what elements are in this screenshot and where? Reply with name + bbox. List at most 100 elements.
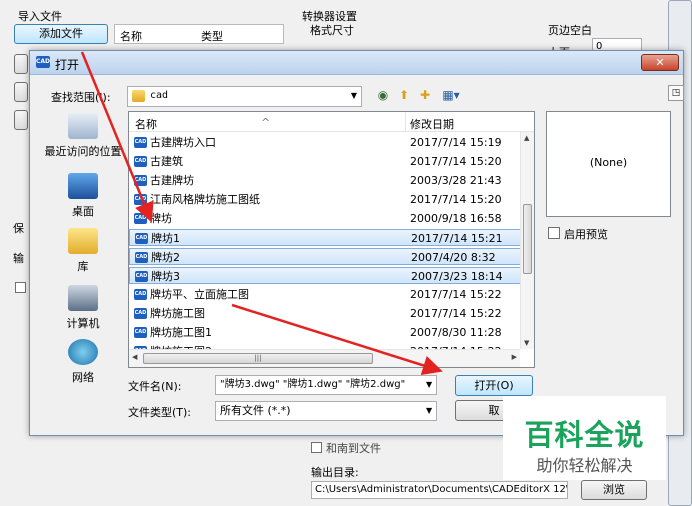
- format-size-label: 格式尺寸: [310, 24, 354, 37]
- file-row[interactable]: CAD 牌坊施工图1 2007/8/30 11:28: [129, 324, 521, 341]
- bg-side-button-2[interactable]: [14, 82, 28, 102]
- file-row[interactable]: CAD 牌坊2 2007/4/20 8:32: [129, 248, 521, 265]
- horizontal-scrollbar[interactable]: ◀ ||| ▶: [129, 349, 520, 367]
- bg-side-button-3[interactable]: [14, 110, 28, 130]
- cad-app-icon: CAD: [36, 56, 50, 68]
- file-name: 古建筑: [150, 155, 183, 168]
- place-recent[interactable]: 最近访问的位置: [41, 113, 125, 159]
- preview-toggle-icon[interactable]: ◳: [668, 85, 684, 101]
- add-file-button[interactable]: 添加文件: [14, 24, 108, 44]
- column-name[interactable]: 名称: [120, 28, 142, 44]
- file-name: 牌坊施工图1: [150, 326, 212, 339]
- file-row[interactable]: CAD 古建牌坊 2003/3/28 21:43: [129, 172, 521, 189]
- look-in-value: cad: [150, 90, 169, 101]
- enable-preview-label: 启用预览: [564, 228, 608, 241]
- file-name: 牌坊1: [151, 232, 180, 245]
- cad-file-icon: CAD: [134, 175, 147, 186]
- merge-label: 和南到文件: [326, 442, 381, 455]
- file-modified-date: 2017/7/14 15:20: [410, 155, 502, 168]
- bg-import-label: 导入文件: [18, 10, 62, 23]
- output-dir-label: 输出目录:: [311, 466, 359, 479]
- output-label-partial: 输: [13, 252, 24, 265]
- browse-button[interactable]: 浏览: [581, 480, 647, 500]
- watermark-title: 百科全说: [524, 418, 645, 452]
- libraries-icon: [68, 228, 98, 254]
- file-modified-date: 2007/3/23 18:14: [411, 270, 503, 283]
- back-icon[interactable]: ◉: [375, 87, 391, 103]
- file-row[interactable]: CAD 牌坊平、立面施工图 2017/7/14 15:22: [129, 286, 521, 303]
- file-name: 牌坊3: [151, 270, 180, 283]
- file-modified-date: 2003/3/28 21:43: [410, 174, 502, 187]
- view-menu-icon[interactable]: ▦▾: [438, 87, 464, 103]
- cad-file-icon: CAD: [134, 289, 147, 300]
- scroll-down-icon[interactable]: ▼: [524, 339, 529, 347]
- place-libraries[interactable]: 库: [41, 228, 125, 274]
- file-modified-date: 2017/7/14 15:21: [411, 232, 503, 245]
- file-name: 古建牌坊: [150, 174, 194, 187]
- column-header-name[interactable]: 名称: [135, 116, 157, 132]
- computer-icon: [68, 285, 98, 311]
- vertical-scrollbar[interactable]: ▲ ▼: [520, 132, 534, 349]
- place-network[interactable]: 网络: [41, 339, 125, 385]
- file-row[interactable]: CAD 牌坊 2000/9/18 16:58: [129, 210, 521, 227]
- scroll-left-icon[interactable]: ◀: [132, 353, 137, 361]
- cad-file-icon: CAD: [134, 194, 147, 205]
- vertical-scroll-thumb[interactable]: [523, 204, 532, 274]
- watermark: 百科全说 助你轻松解决: [503, 396, 666, 480]
- cad-file-icon: CAD: [135, 271, 148, 282]
- file-name-input[interactable]: "牌坊3.dwg" "牌坊1.dwg" "牌坊2.dwg": [215, 375, 437, 395]
- preview-pane: (None): [546, 111, 671, 217]
- cad-file-icon: CAD: [134, 137, 147, 148]
- file-modified-date: 2007/4/20 8:32: [411, 251, 496, 264]
- file-list[interactable]: ^ 名称 修改日期 CAD 古建牌坊入口 2017/7/14 15:19 CAD 古建筑…: [128, 111, 535, 368]
- network-icon: [68, 339, 98, 365]
- cad-file-icon: CAD: [134, 308, 147, 319]
- sort-ascending-icon: ^: [261, 116, 271, 129]
- column-separator: [405, 112, 406, 132]
- places-bar: 最近访问的位置 桌面 库 计算机 网络: [41, 113, 125, 398]
- new-folder-icon[interactable]: ✚: [417, 87, 433, 103]
- look-in-label: 查找范围(I):: [51, 91, 111, 104]
- file-name: 牌坊施工图: [150, 307, 205, 320]
- output-dir-input[interactable]: C:\Users\Administrator\Documents\CADEdit…: [311, 481, 568, 499]
- look-in-combo[interactable]: cad ▼: [127, 86, 362, 107]
- cad-file-icon: CAD: [135, 252, 148, 263]
- chevron-down-icon[interactable]: ▼: [426, 380, 432, 389]
- file-row[interactable]: CAD 江南风格牌坊施工图纸 2017/7/14 15:20: [129, 191, 521, 208]
- file-type-select[interactable]: 所有文件 (*.*): [215, 401, 437, 421]
- file-name: 江南风格牌坊施工图纸: [150, 193, 260, 206]
- file-row[interactable]: CAD 古建牌坊入口 2017/7/14 15:19: [129, 134, 521, 151]
- close-button[interactable]: ✕: [641, 54, 679, 71]
- horizontal-scroll-thumb[interactable]: |||: [143, 353, 373, 364]
- place-label: 桌面: [72, 205, 94, 218]
- place-computer[interactable]: 计算机: [41, 285, 125, 331]
- merge-checkbox[interactable]: [311, 442, 322, 453]
- chevron-down-icon[interactable]: ▼: [426, 406, 432, 415]
- bg-checkbox[interactable]: [15, 282, 26, 293]
- file-modified-date: 2000/9/18 16:58: [410, 212, 502, 225]
- file-name-label: 文件名(N):: [128, 380, 182, 393]
- scroll-right-icon[interactable]: ▶: [512, 353, 517, 361]
- place-label: 最近访问的位置: [44, 145, 122, 158]
- file-row[interactable]: CAD 牌坊1 2017/7/14 15:21: [129, 229, 521, 246]
- column-type[interactable]: 类型: [201, 28, 223, 44]
- file-modified-date: 2017/7/14 15:20: [410, 193, 502, 206]
- place-label: 计算机: [66, 317, 100, 330]
- file-modified-date: 2017/7/14 15:19: [410, 136, 502, 149]
- dialog-titlebar[interactable]: CAD 打开 ✕: [30, 51, 683, 75]
- folder-icon: [132, 90, 145, 102]
- file-row[interactable]: CAD 牌坊3 2007/3/23 18:14: [129, 267, 521, 284]
- enable-preview-checkbox[interactable]: [548, 227, 560, 239]
- column-header-modified[interactable]: 修改日期: [410, 116, 454, 132]
- dialog-title: 打开: [55, 58, 80, 72]
- file-row[interactable]: CAD 古建筑 2017/7/14 15:20: [129, 153, 521, 170]
- scroll-up-icon[interactable]: ▲: [524, 134, 529, 142]
- place-desktop[interactable]: 桌面: [41, 173, 125, 219]
- up-folder-icon[interactable]: ⬆: [396, 87, 412, 103]
- bg-side-button-1[interactable]: [14, 54, 28, 74]
- file-row[interactable]: CAD 牌坊施工图 2017/7/14 15:22: [129, 305, 521, 322]
- watermark-subtitle: 助你轻松解决: [536, 456, 633, 475]
- recent-places-icon: [68, 113, 98, 139]
- file-modified-date: 2017/7/14 15:22: [410, 288, 502, 301]
- open-button[interactable]: 打开(O): [455, 375, 533, 396]
